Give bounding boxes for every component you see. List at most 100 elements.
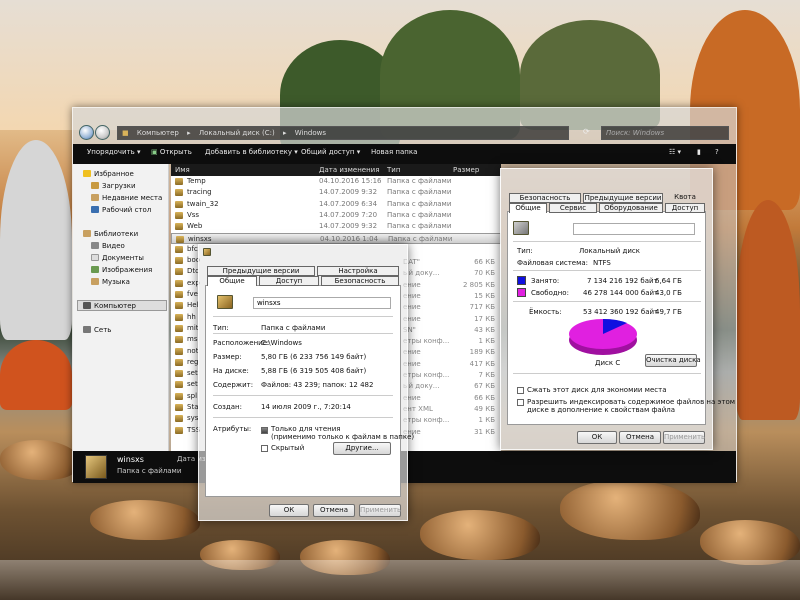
- folder-icon: [175, 178, 183, 185]
- index-checkbox[interactable]: [517, 399, 524, 406]
- folder-name-field[interactable]: winsxs: [253, 297, 391, 309]
- open-label: Открыть: [159, 148, 192, 156]
- documents-icon: [91, 254, 99, 261]
- file-date: 14.07.2009 6:34: [319, 199, 378, 208]
- index-label: Разрешить индексировать содержимое файло…: [527, 398, 736, 406]
- file-name: Web: [187, 222, 203, 231]
- size-cell: ение 717 КБ: [403, 303, 503, 314]
- nav-network[interactable]: Сеть: [83, 326, 111, 334]
- column-type[interactable]: Тип: [387, 166, 400, 174]
- recent-places-icon: [91, 194, 99, 201]
- size-cell: ый доку... 67 КБ: [403, 382, 503, 393]
- size-cell: етры конф... 1 КБ: [403, 337, 503, 348]
- nav-favorites[interactable]: Избранное: [83, 170, 134, 178]
- file-name: reg: [187, 357, 199, 366]
- column-date[interactable]: Дата изменения: [319, 166, 379, 174]
- column-name[interactable]: Имя: [175, 166, 190, 174]
- file-name: not: [187, 346, 199, 355]
- tab-security[interactable]: Безопасность: [321, 276, 399, 286]
- nav-images[interactable]: Изображения: [91, 266, 152, 274]
- open-button[interactable]: ▣ Открыть: [151, 148, 192, 156]
- file-size: 70 КБ: [474, 269, 495, 278]
- view-options-icon[interactable]: ☷ ▾: [669, 148, 681, 156]
- disk-usage-pie: [569, 318, 637, 355]
- folder-icon: [175, 426, 183, 434]
- file-name: Temp: [187, 177, 206, 185]
- file-size: 2 805 КБ: [462, 280, 495, 289]
- other-attributes-button[interactable]: Другие...: [333, 442, 391, 455]
- tab-general[interactable]: Общие: [509, 203, 547, 213]
- tab-quota[interactable]: Квота: [665, 193, 705, 203]
- tab-settings[interactable]: Настройка: [317, 266, 399, 276]
- folder-icon: [175, 381, 183, 389]
- organize-button[interactable]: Упорядочить ▾: [87, 148, 141, 156]
- address-bar[interactable]: ■ Компьютер ▸ Локальный диск (C:) ▸ Wind…: [117, 126, 569, 140]
- nav-computer[interactable]: Компьютер: [83, 302, 136, 310]
- table-row[interactable]: Vss 14.07.2009 7:20 Папка с файлами: [171, 210, 501, 221]
- tab-general[interactable]: Общие: [207, 276, 257, 286]
- music-icon: [91, 278, 99, 285]
- tab-previous-versions[interactable]: Предыдущие версии: [207, 266, 315, 276]
- hidden-checkbox[interactable]: [261, 445, 268, 452]
- ok-button[interactable]: ОК: [269, 504, 309, 517]
- tab-security[interactable]: Безопасность: [509, 193, 581, 203]
- tab-previous-versions[interactable]: Предыдущие версии: [583, 193, 663, 203]
- tab-hardware[interactable]: Оборудование: [599, 203, 663, 213]
- table-row[interactable]: twain_32 14.07.2009 6:34 Папка с файлами: [171, 199, 501, 210]
- cancel-button[interactable]: Отмена: [619, 431, 661, 444]
- ok-button[interactable]: ОК: [577, 431, 617, 444]
- size-cell: ение 15 КБ: [403, 292, 503, 303]
- disk-cleanup-button[interactable]: Очистка диска: [645, 354, 701, 367]
- folder-icon: [175, 245, 183, 253]
- type-value: Папка с файлами: [261, 324, 326, 332]
- new-folder-button[interactable]: Новая папка: [371, 148, 417, 156]
- size-cell: ый доку... 70 КБ: [403, 269, 503, 280]
- size-label: Размер:: [213, 353, 242, 361]
- size-cell: ение 66 КБ: [403, 394, 503, 405]
- column-size[interactable]: Размер: [453, 166, 479, 174]
- apply-button[interactable]: Применить: [359, 504, 401, 517]
- file-size: 717 КБ: [469, 303, 495, 312]
- back-button[interactable]: [79, 125, 94, 140]
- apply-button[interactable]: Применить: [663, 431, 705, 444]
- disk-label-field[interactable]: [573, 223, 695, 235]
- compress-checkbox[interactable]: [517, 387, 524, 394]
- table-row[interactable]: Web 14.07.2009 9:32 Папка с файлами: [171, 221, 501, 232]
- folder-icon: [175, 302, 183, 310]
- table-row[interactable]: Temp 04.10.2016 15:16 Папка с файлами: [171, 176, 501, 187]
- cancel-button[interactable]: Отмена: [313, 504, 355, 517]
- size-cell: ение 189 КБ: [403, 348, 503, 359]
- file-size: 49 КБ: [474, 404, 495, 413]
- nav-documents[interactable]: Документы: [91, 254, 144, 262]
- nav-downloads[interactable]: Загрузки: [91, 182, 136, 190]
- table-row[interactable]: winsxs 04.10.2016 1:04 Папка с файлами: [171, 232, 501, 244]
- free-gb: 43,0 ГБ: [655, 289, 682, 297]
- search-input[interactable]: Поиск: Windows: [601, 126, 729, 140]
- readonly-checkbox[interactable]: [261, 427, 268, 434]
- breadcrumb-computer[interactable]: Компьютер: [137, 129, 179, 137]
- breadcrumb-windows[interactable]: Windows: [295, 129, 326, 137]
- file-type: Папка с файлами: [387, 199, 452, 208]
- nav-libraries[interactable]: Библиотеки: [83, 230, 138, 238]
- tab-access[interactable]: Доступ: [259, 276, 319, 286]
- search-placeholder: Поиск: Windows: [606, 129, 665, 137]
- share-button[interactable]: Общий доступ ▾: [301, 148, 360, 156]
- add-to-library-button[interactable]: Добавить в библиотеку ▾: [205, 148, 298, 156]
- nav-music[interactable]: Музыка: [91, 278, 130, 286]
- table-row[interactable]: tracing 14.07.2009 9:32 Папка с файлами: [171, 187, 501, 198]
- breadcrumb-drive[interactable]: Локальный диск (C:): [199, 129, 275, 137]
- nav-desktop[interactable]: Рабочий стол: [91, 206, 151, 214]
- file-name: Hel: [187, 301, 199, 310]
- tab-access[interactable]: Доступ: [665, 203, 705, 213]
- tab-service[interactable]: Сервис: [549, 203, 597, 213]
- refresh-icon[interactable]: ⟳: [583, 127, 590, 136]
- file-date: 04.10.2016 15:16: [319, 177, 382, 185]
- file-size: 1 КБ: [478, 416, 495, 425]
- free-bytes: 46 278 144 000 байт: [583, 289, 659, 297]
- nav-recent[interactable]: Недавние места: [91, 194, 162, 202]
- forward-button[interactable]: [95, 125, 110, 140]
- type-value: Локальный диск: [579, 247, 641, 255]
- help-icon[interactable]: ?: [715, 148, 719, 156]
- preview-pane-icon[interactable]: ▮: [697, 148, 701, 156]
- nav-video[interactable]: Видео: [91, 242, 125, 250]
